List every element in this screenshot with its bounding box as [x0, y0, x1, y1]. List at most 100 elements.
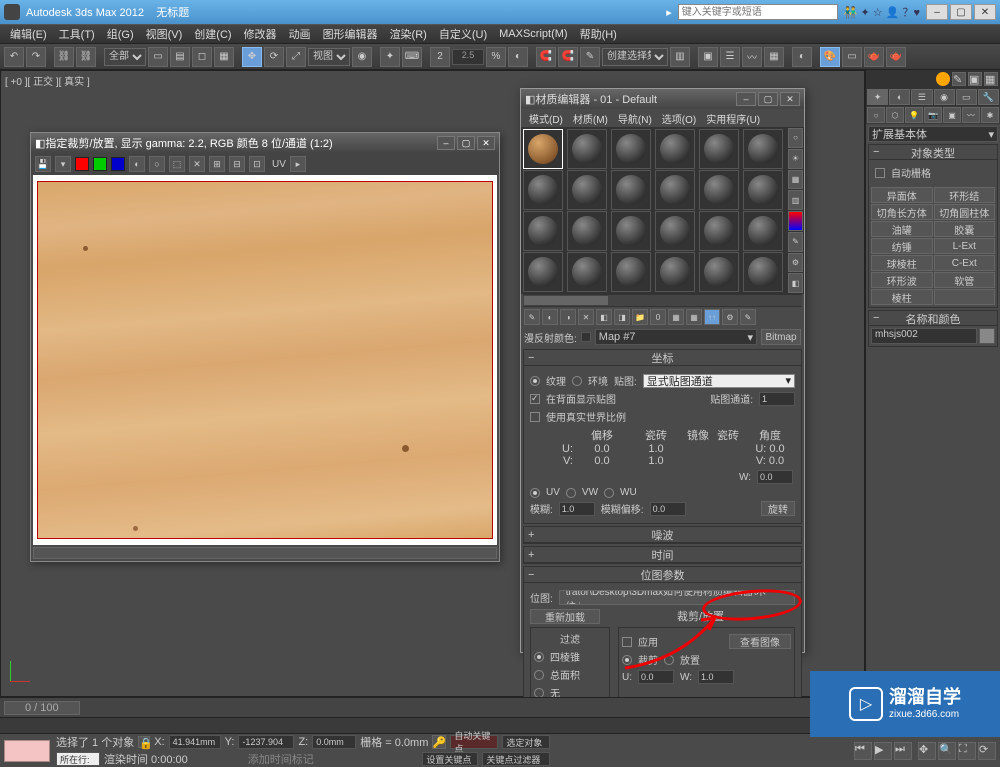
play-prev-icon[interactable]: ⏮ — [854, 742, 872, 760]
realworld-check[interactable] — [530, 412, 540, 422]
blur-spinner[interactable]: 1.0 — [559, 502, 595, 516]
mated-menu-util[interactable]: 实用程序(U) — [702, 111, 764, 126]
backlight-icon[interactable]: ☀ — [788, 149, 803, 169]
move-button[interactable]: ✥ — [242, 47, 262, 67]
space-subtab[interactable]: 〰 — [962, 107, 980, 123]
autogrid-check[interactable] — [875, 168, 885, 178]
display-tab[interactable]: ▭ — [956, 89, 977, 105]
prism-button[interactable]: 棱柱 — [871, 289, 933, 305]
timetag-label[interactable]: 添加时间标记 — [248, 751, 314, 767]
named-selection-sets[interactable]: 创建选择集 — [602, 48, 668, 66]
material-slot[interactable] — [611, 211, 651, 251]
window-crossing-button[interactable]: ▦ — [214, 47, 234, 67]
make-copy-icon[interactable]: ◧ — [596, 309, 612, 325]
menu-group[interactable]: 组(G) — [101, 26, 140, 42]
keymode-button[interactable]: ⌨ — [402, 47, 422, 67]
namecolor-header[interactable]: −名称和颜色 — [869, 311, 997, 326]
cext-button[interactable]: C-Ext — [934, 255, 996, 271]
crop-min-button[interactable]: – — [437, 136, 455, 150]
keyfilter-button[interactable]: 关键点过滤器 — [482, 752, 550, 766]
material-slot[interactable] — [699, 211, 739, 251]
mono-icon[interactable]: ○ — [149, 156, 165, 172]
v-angle-spinner[interactable]: V: 0.0 — [745, 455, 795, 467]
get-material-icon[interactable]: ✎ — [524, 309, 540, 325]
bluroff-spinner[interactable]: 0.0 — [650, 502, 686, 516]
ref-coord-system[interactable]: 视图 — [308, 48, 350, 66]
snap-angle[interactable]: 2.5 — [452, 49, 484, 65]
mated-menu-nav[interactable]: 导航(N) — [614, 111, 656, 126]
quick-render-button[interactable]: 🫖 — [886, 47, 906, 67]
wood-texture-image[interactable] — [37, 181, 493, 539]
menu-help[interactable]: 帮助(H) — [574, 26, 623, 42]
go-parent-icon[interactable]: ↑↑ — [704, 309, 720, 325]
hedra-button[interactable]: 异面体 — [871, 187, 933, 203]
menu-maxscript[interactable]: MAXScript(M) — [493, 28, 573, 40]
noise-rollout-header[interactable]: +噪波 — [524, 527, 801, 543]
autokey-button[interactable]: 自动关键点 — [450, 735, 498, 749]
material-slot[interactable] — [611, 252, 651, 292]
ednamedsel-button[interactable]: 🧲 — [536, 47, 556, 67]
red-swatch[interactable] — [75, 157, 89, 171]
uvw-u-icon[interactable]: ⊞ — [209, 156, 225, 172]
background-icon[interactable]: ▦ — [788, 170, 803, 190]
map-name-dropdown[interactable]: Map #7▾ — [595, 329, 757, 345]
oiltank-button[interactable]: 油罐 — [871, 221, 933, 237]
mated-min-button[interactable]: – — [736, 92, 756, 106]
unlink-button[interactable]: ⛓ — [76, 47, 96, 67]
v-tile-spinner[interactable]: 1.0 — [631, 455, 681, 467]
wu-radio[interactable] — [604, 488, 614, 498]
crop-canvas[interactable] — [33, 175, 497, 545]
crop-scrollbar[interactable] — [33, 547, 497, 559]
mapchannel-spinner[interactable]: 1 — [759, 392, 795, 406]
reload-button[interactable]: 重新加载 — [530, 609, 600, 624]
ringwave-button[interactable]: 环形波 — [871, 272, 933, 288]
manip-button[interactable]: ✦ — [380, 47, 400, 67]
lext-button[interactable]: L-Ext — [934, 238, 996, 254]
mated-close-button[interactable]: ✕ — [780, 92, 800, 106]
reset-icon[interactable]: ⬚ — [169, 156, 185, 172]
pyramid-radio[interactable] — [534, 652, 544, 662]
selsets-label[interactable]: 选定对象 — [502, 735, 550, 749]
material-slot[interactable] — [567, 252, 607, 292]
gengon-button[interactable]: 球棱柱 — [871, 255, 933, 271]
helpers-subtab[interactable]: ▣ — [943, 107, 961, 123]
texture-radio[interactable] — [530, 376, 540, 386]
crop-window-titlebar[interactable]: ◧ 指定裁剪/放置, 显示 gamma: 2.2, RGB 颜色 8 位/通道 … — [31, 133, 499, 153]
lights-subtab[interactable]: 💡 — [905, 107, 923, 123]
material-slot[interactable] — [567, 129, 607, 169]
blue-swatch[interactable] — [111, 157, 125, 171]
material-slot[interactable] — [523, 252, 563, 292]
link-button[interactable]: ⛓ — [54, 47, 74, 67]
x-coord-field[interactable]: 41.941mm — [169, 735, 221, 749]
slots-scrollbar[interactable] — [523, 294, 802, 307]
sample-type-icon[interactable]: ○ — [788, 128, 803, 148]
layers-button[interactable]: ☰ — [720, 47, 740, 67]
utilities-tab[interactable]: 🔧 — [978, 89, 999, 105]
chamferbox-button[interactable]: 切角长方体 — [871, 204, 933, 220]
menu-edit[interactable]: 编辑(E) — [4, 26, 53, 42]
menu-arrow-icon[interactable]: ▸ — [666, 6, 672, 19]
select-name-button[interactable]: ▤ — [170, 47, 190, 67]
render-frame-button[interactable]: ▭ — [842, 47, 862, 67]
magnet2-button[interactable]: 🧲 — [558, 47, 578, 67]
mirror-button[interactable]: ▥ — [670, 47, 690, 67]
create-tab[interactable]: ✦ — [867, 89, 888, 105]
showback-check[interactable] — [530, 394, 540, 404]
hose-button[interactable]: 软管 — [934, 272, 996, 288]
material-slot[interactable] — [567, 170, 607, 210]
curve-editor-button[interactable]: 〰 — [742, 47, 762, 67]
rotate-button[interactable]: ⟳ — [264, 47, 284, 67]
object-color-swatch[interactable] — [979, 328, 995, 344]
close-button[interactable]: ✕ — [974, 4, 996, 20]
cmd-tool-icon[interactable]: ▦ — [984, 72, 998, 86]
help-search-input[interactable] — [678, 4, 838, 20]
coord-rollout-header[interactable]: −坐标 — [524, 350, 801, 366]
dropper-icon[interactable] — [581, 332, 591, 342]
make-preview-icon[interactable]: ✎ — [788, 232, 803, 252]
systems-subtab[interactable]: ✱ — [981, 107, 999, 123]
material-slot[interactable] — [743, 170, 783, 210]
play-next-icon[interactable]: ⏭ — [894, 742, 912, 760]
scale-button[interactable]: ⤢ — [286, 47, 306, 67]
maximize-button[interactable]: ▢ — [950, 4, 972, 20]
play-icon[interactable]: ▶ — [874, 742, 892, 760]
